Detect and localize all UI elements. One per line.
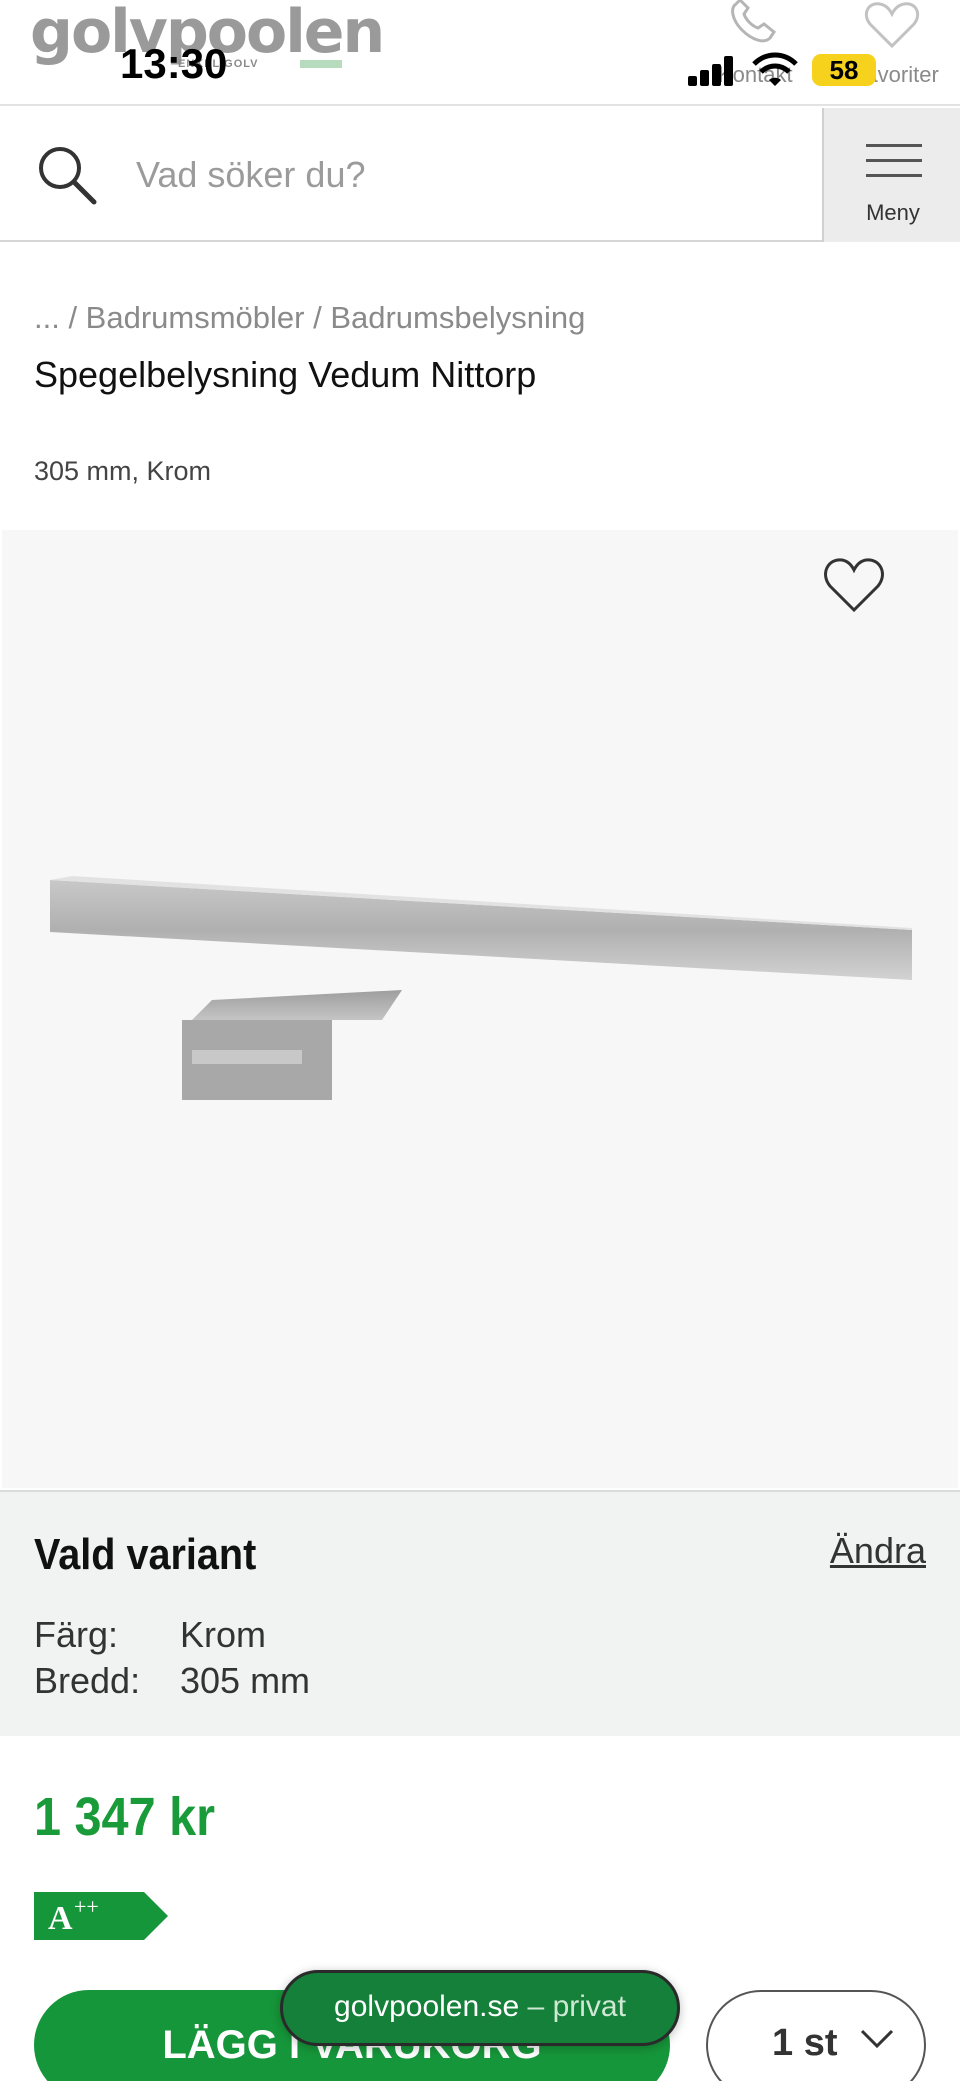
variant-key: Bredd: xyxy=(34,1660,141,1701)
menu-button[interactable]: Meny xyxy=(822,108,960,242)
energy-class-suffix: ++ xyxy=(74,1894,99,1919)
browser-mode: – privat xyxy=(527,1990,626,2023)
variant-key: Färg: xyxy=(34,1614,119,1655)
menu-label: Meny xyxy=(866,200,920,225)
heart-icon[interactable] xyxy=(862,0,922,50)
product-image[interactable] xyxy=(2,530,958,1488)
hamburger-icon xyxy=(866,144,922,189)
variant-heading: Vald variant xyxy=(34,1530,257,1579)
search-bar: Meny xyxy=(0,108,960,242)
search-input[interactable] xyxy=(136,148,776,202)
status-time: 13:30 xyxy=(120,40,228,87)
logo-accent-bar xyxy=(300,60,342,68)
variant-row-color: Färg: Krom xyxy=(34,1614,266,1656)
quantity-selector[interactable]: 1 st xyxy=(706,1990,926,2081)
variant-value: Krom xyxy=(180,1614,267,1655)
lamp-illustration xyxy=(50,876,912,1100)
chevron-down-icon xyxy=(860,2029,894,2049)
site-header: golvpoolen ENKEL GOLV 13:30 Kontakt Favo… xyxy=(0,0,960,106)
product-price: 1 347 kr xyxy=(34,1787,216,1847)
cellular-signal-icon xyxy=(688,56,738,86)
browser-url-pill[interactable]: golvpoolen.se – privat xyxy=(280,1970,680,2046)
selected-variant-panel: Vald variant Ändra Färg: Krom Bredd: 305 m… xyxy=(0,1490,960,1736)
wifi-icon xyxy=(752,52,798,86)
change-variant-link[interactable]: Ändra xyxy=(830,1530,926,1572)
phone-icon[interactable] xyxy=(724,0,784,50)
battery-level: 58 xyxy=(812,54,876,86)
variant-row-width: Bredd: 305 mm xyxy=(34,1660,310,1702)
energy-class: A xyxy=(48,1900,73,1937)
product-title: Spegelbelysning Vedum Nittorp xyxy=(34,354,537,395)
quantity-value: 1 st xyxy=(772,2022,838,2064)
browser-domain: golvpoolen.se xyxy=(334,1990,520,2023)
search-icon[interactable] xyxy=(36,144,100,208)
energy-label-badge[interactable]: A ++ xyxy=(34,1892,168,1940)
breadcrumb[interactable]: ... / Badrumsmöbler / Badrumsbelysning xyxy=(34,300,585,336)
add-to-favorites-heart-icon[interactable] xyxy=(822,556,886,614)
variant-value: 305 mm xyxy=(180,1660,311,1701)
product-subtitle: 305 mm, Krom xyxy=(34,456,212,486)
